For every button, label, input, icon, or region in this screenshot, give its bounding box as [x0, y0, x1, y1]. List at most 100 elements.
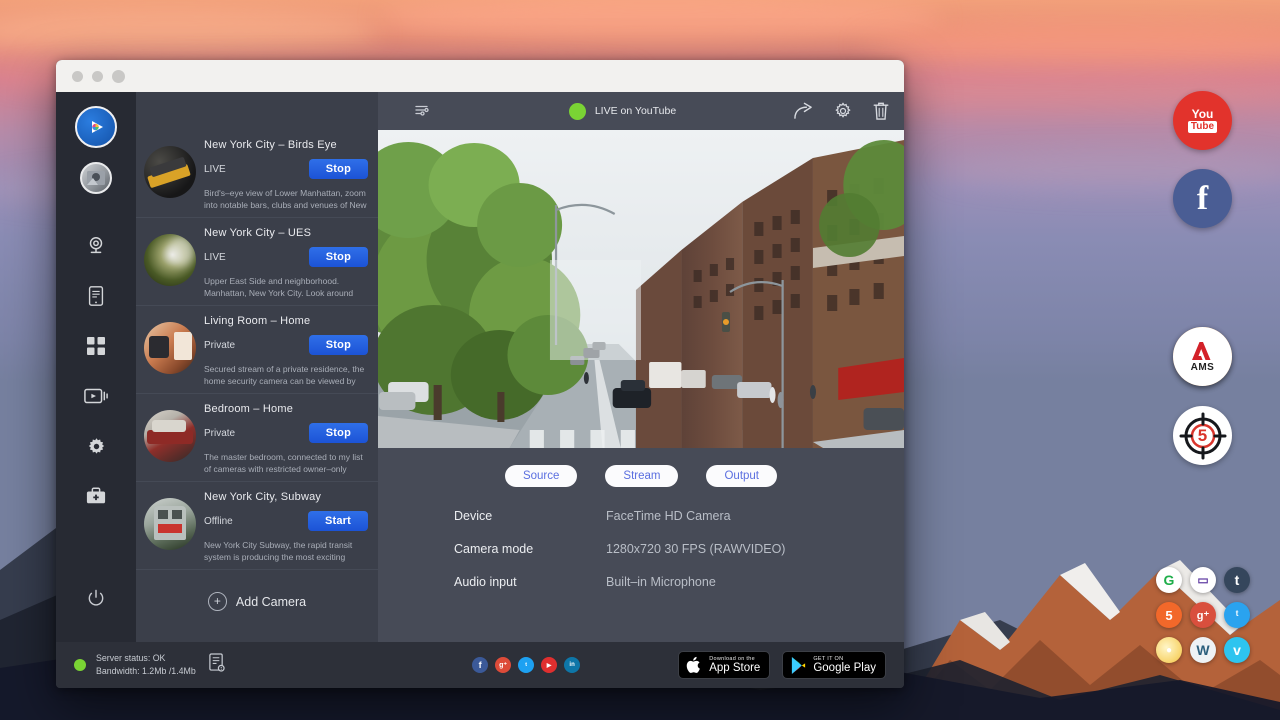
dock-icon-youtube[interactable]: You Tube: [1173, 91, 1232, 150]
camera-thumbnail: [144, 146, 196, 198]
webcam-icon: [85, 235, 107, 257]
power-icon: [86, 588, 106, 608]
share-arrow-icon[interactable]: [793, 102, 814, 121]
mobile-device-icon: [86, 285, 106, 307]
zoom-button[interactable]: [112, 70, 125, 83]
camera-description: Secured stream of a private residence, t…: [204, 363, 368, 387]
first-aid-icon: [85, 486, 107, 506]
camera-action-button[interactable]: Stop: [309, 423, 368, 443]
close-button[interactable]: [72, 71, 83, 82]
youtube-label-bottom: Tube: [1188, 121, 1217, 133]
social-glyph: g⁺: [499, 661, 507, 669]
sidebar-rail: [56, 92, 136, 642]
google-plus-glyph: g⁺: [1197, 609, 1210, 622]
source-details: Device FaceTime HD Camera Camera mode 12…: [378, 493, 904, 608]
social-linkedin-icon[interactable]: in: [564, 657, 580, 673]
window-titlebar: [56, 60, 904, 92]
dock-icon-tumblr[interactable]: t: [1224, 567, 1250, 593]
dock-icon-adobe-ams[interactable]: AMS: [1173, 327, 1232, 386]
camera-status: Private: [204, 428, 235, 439]
social-google-plus-icon[interactable]: g⁺: [495, 657, 511, 673]
store-badges: Download on the App Store GET IT ON Goog…: [678, 651, 886, 679]
detail-value[interactable]: Built–in Microphone: [606, 575, 716, 589]
sidebar-item-power[interactable]: [74, 576, 118, 620]
cloud-streak: [940, 150, 1280, 190]
camera-title: New York City – Birds Eye: [204, 139, 368, 151]
sidebar-item-devices[interactable]: [74, 274, 118, 318]
list-item[interactable]: New York City – Birds Eye LIVE Stop Bird…: [136, 130, 378, 218]
cloud-streak: [0, 10, 380, 54]
dock-icon-twitter[interactable]: ᵗ: [1224, 602, 1250, 628]
smashcast-glyph: 5: [1165, 608, 1172, 623]
dock-icon-flickr[interactable]: ●: [1156, 637, 1182, 663]
camera-action-button[interactable]: Stop: [309, 335, 368, 355]
camera-thumbnail: [144, 498, 196, 550]
gear-icon[interactable]: [833, 101, 853, 121]
dock-icon-twitch[interactable]: ▭: [1190, 567, 1216, 593]
list-item[interactable]: New York City, Subway Offline Start New …: [136, 482, 378, 570]
server-status-dot: [74, 659, 86, 671]
sidebar-item-broadcasts[interactable]: [74, 374, 118, 418]
sidebar-item-apps[interactable]: [74, 324, 118, 368]
google-play-logo-icon: [790, 656, 807, 675]
adobe-logo-icon: [1190, 340, 1216, 362]
list-item[interactable]: Living Room – Home Private Stop Secured …: [136, 306, 378, 394]
list-item[interactable]: Bedroom – Home Private Stop The master b…: [136, 394, 378, 482]
app-window: New York City – Birds Eye LIVE Stop Bird…: [56, 60, 904, 688]
tab-source[interactable]: Source: [505, 465, 577, 487]
avatar[interactable]: [80, 162, 112, 194]
tab-stream[interactable]: Stream: [605, 465, 678, 487]
dock-icon-smashcast[interactable]: 5: [1156, 602, 1182, 628]
list-item[interactable]: New York City – UES LIVE Stop Upper East…: [136, 218, 378, 306]
app-store-badge[interactable]: Download on the App Store: [678, 651, 770, 679]
social-youtube-icon[interactable]: ▶: [541, 657, 557, 673]
social-facebook-icon[interactable]: f: [472, 657, 488, 673]
sort-filter-icon[interactable]: [414, 103, 430, 119]
camera-info: New York City – UES LIVE Stop Upper East…: [204, 224, 368, 299]
video-preview[interactable]: [378, 130, 904, 448]
dock-icon-wordpress[interactable]: W: [1190, 637, 1216, 663]
sidebar-item-settings[interactable]: [74, 424, 118, 468]
trash-icon[interactable]: [872, 101, 890, 121]
social-twitter-icon[interactable]: ᵗ: [518, 657, 534, 673]
camera-info: Living Room – Home Private Stop Secured …: [204, 312, 368, 387]
social-glyph: f: [479, 660, 482, 670]
app-store-top: Download on the: [709, 656, 760, 662]
dock-icon-google-plus[interactable]: g⁺: [1190, 602, 1216, 628]
vimeo-glyph: v: [1233, 642, 1241, 658]
camera-title: New York City, Subway: [204, 491, 368, 503]
detail-label: Audio input: [454, 575, 606, 589]
camera-action-button[interactable]: Stop: [309, 247, 368, 267]
detail-value[interactable]: FaceTime HD Camera: [606, 509, 731, 523]
bandwidth-line: Bandwidth: 1.2Mb /1.4Mb: [96, 665, 196, 678]
tab-output[interactable]: Output: [706, 465, 777, 487]
app-logo-play-icon[interactable]: [75, 106, 117, 148]
grabyo-glyph: G: [1164, 572, 1175, 588]
sidebar-item-cameras[interactable]: [74, 224, 118, 268]
social-glyph: in: [569, 662, 574, 668]
play-glyph: [86, 117, 106, 137]
toolbar-left: [392, 103, 452, 119]
dock-icon-facebook[interactable]: f: [1173, 169, 1232, 228]
status-text: Server status: OK Bandwidth: 1.2Mb /1.4M…: [96, 652, 196, 678]
detail-value[interactable]: 1280x720 30 FPS (RAWVIDEO): [606, 542, 785, 556]
camera-title: New York City – UES: [204, 227, 368, 239]
camera-info: New York City – Birds Eye LIVE Stop Bird…: [204, 136, 368, 211]
camera-status: LIVE: [204, 164, 226, 175]
camera-action-button[interactable]: Stop: [309, 159, 368, 179]
camera-action-button[interactable]: Start: [308, 511, 368, 531]
dock-icon-grabyo[interactable]: G: [1156, 567, 1182, 593]
camera-description: The master bedroom, connected to my list…: [204, 451, 368, 475]
camera-title: Living Room – Home: [204, 315, 368, 327]
sidebar-item-support[interactable]: [74, 474, 118, 518]
dock-icon-target-five[interactable]: 5: [1173, 406, 1232, 465]
camera-status: Private: [204, 340, 235, 351]
dock-icon-vimeo[interactable]: v: [1224, 637, 1250, 663]
minimize-button[interactable]: [92, 71, 103, 82]
add-camera-button[interactable]: + Add Camera: [136, 570, 378, 633]
camera-list-panel[interactable]: New York City – Birds Eye LIVE Stop Bird…: [136, 92, 378, 642]
log-document-icon[interactable]: [208, 653, 225, 677]
camera-status-row: LIVE Stop: [204, 247, 368, 267]
google-play-badge[interactable]: GET IT ON Google Play: [782, 651, 886, 679]
tumblr-glyph: t: [1235, 572, 1240, 588]
